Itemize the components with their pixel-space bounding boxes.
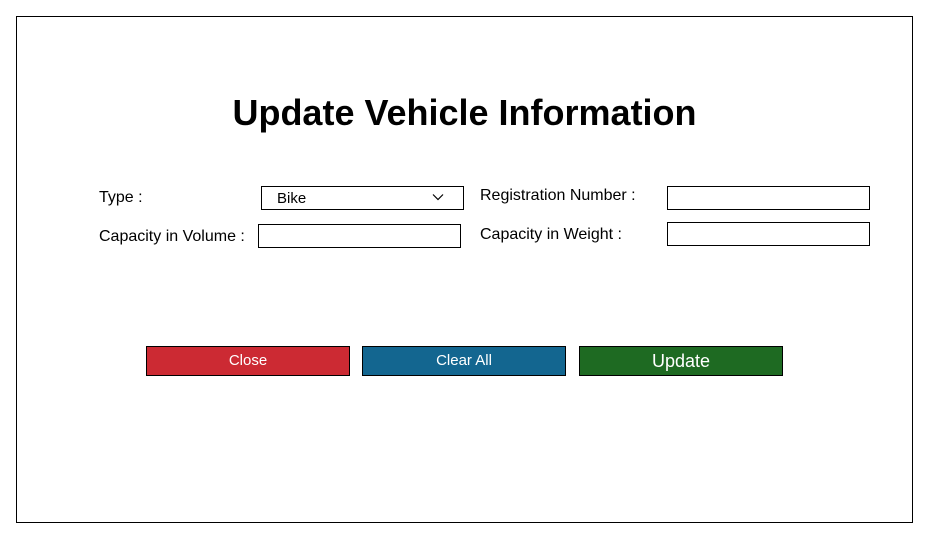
registration-number-label: Registration Number : bbox=[480, 187, 636, 204]
update-vehicle-window: Update Vehicle Information Type : Bike R… bbox=[16, 16, 913, 523]
capacity-volume-input[interactable] bbox=[258, 224, 461, 248]
capacity-volume-label: Capacity in Volume : bbox=[99, 228, 245, 245]
capacity-weight-label: Capacity in Weight : bbox=[480, 226, 622, 243]
capacity-weight-input[interactable] bbox=[667, 222, 870, 246]
update-button[interactable]: Update bbox=[579, 346, 783, 376]
close-button[interactable]: Close bbox=[146, 346, 350, 376]
type-label: Type : bbox=[99, 189, 143, 206]
page-title: Update Vehicle Information bbox=[232, 92, 697, 133]
type-select-value: Bike bbox=[277, 190, 307, 207]
type-select[interactable]: Bike bbox=[261, 186, 464, 210]
clear-all-button[interactable]: Clear All bbox=[362, 346, 566, 376]
chevron-down-icon bbox=[432, 194, 444, 201]
registration-number-input[interactable] bbox=[667, 186, 870, 210]
